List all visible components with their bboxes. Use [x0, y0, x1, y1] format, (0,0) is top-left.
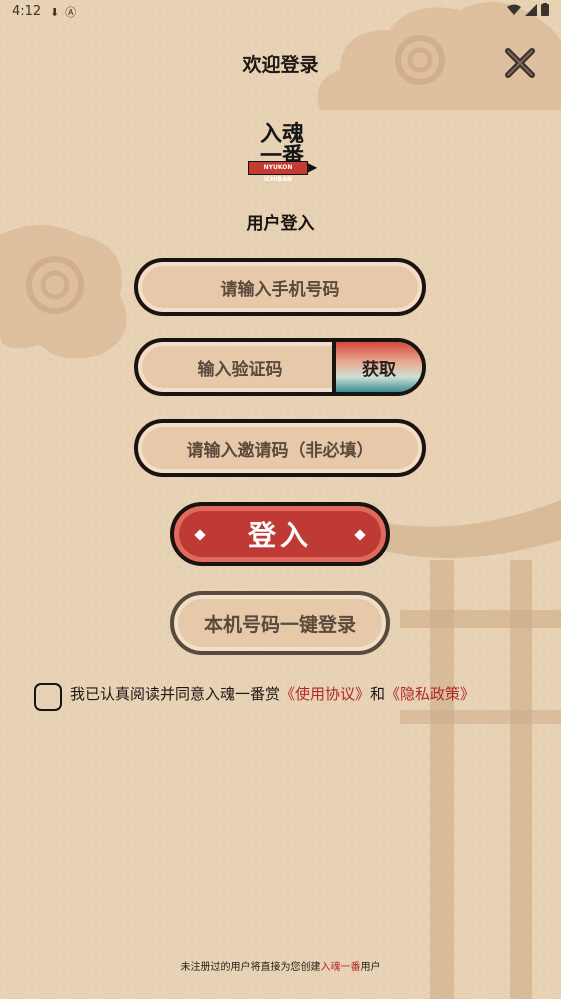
one-key-login-label: 本机号码一键登录: [203, 613, 356, 636]
one-key-login-button[interactable]: 本机号码一键登录: [170, 591, 390, 655]
privacy-link[interactable]: 《隐私政策》: [385, 685, 475, 703]
footer-note: 未注册过的用户将直接为您创建入魂一番用户: [0, 958, 561, 973]
diamond-left-icon: [194, 529, 206, 541]
phone-input[interactable]: 请输入手机号码: [134, 258, 426, 316]
torii-gate-decoration: [370, 500, 561, 999]
form-subtitle: 用户登入: [246, 214, 315, 234]
status-right-icons: [506, 3, 549, 20]
download-icon: ⬇: [50, 6, 66, 19]
footer-brand: 入魂一番: [320, 962, 361, 973]
invite-placeholder: 请输入邀请码（非必填）: [186, 440, 374, 461]
status-time: 4:12: [12, 4, 42, 19]
logo-tag: NYUKON ICHIBAN: [248, 161, 308, 183]
cloud-decoration-left: [0, 225, 127, 359]
agreement-row: 我已认真阅读并同意入魂一番赏《使用协议》和《隐私政策》: [34, 681, 544, 713]
footer-prefix: 未注册过的用户将直接为您创建: [180, 962, 321, 973]
login-button[interactable]: 登入: [170, 502, 390, 566]
get-code-label: 获取: [362, 359, 396, 380]
phone-placeholder: 请输入手机号码: [220, 279, 340, 300]
wifi-icon: [506, 4, 521, 15]
terms-link[interactable]: 《使用协议》: [280, 685, 370, 703]
page-title: 欢迎登录: [242, 54, 319, 76]
agreement-prefix: 我已认真阅读并同意入魂一番赏: [70, 685, 281, 703]
verification-code-input[interactable]: 输入验证码 获取: [134, 338, 426, 396]
app-logo: 入魂 一番 NYUKON ICHIBAN ▶: [246, 116, 318, 183]
close-icon[interactable]: [503, 46, 537, 80]
diamond-right-icon: [354, 529, 366, 541]
get-code-button[interactable]: 获取: [332, 342, 422, 392]
login-label: 登入: [247, 519, 312, 552]
invite-code-input[interactable]: 请输入邀请码（非必填）: [134, 419, 426, 477]
agreement-text: 我已认真阅读并同意入魂一番赏《使用协议》和《隐私政策》: [70, 683, 475, 704]
status-left-icons: ⬇Ⓐ: [50, 4, 82, 20]
footer-suffix: 用户: [360, 962, 381, 973]
status-bar: 4:12 ⬇Ⓐ: [0, 0, 561, 24]
signal-icon: [524, 4, 537, 16]
agreement-conjunction: 和: [370, 685, 386, 703]
code-placeholder: 输入验证码: [197, 359, 283, 380]
logo-arrow-icon: ▶: [308, 160, 318, 174]
a-icon: Ⓐ: [65, 6, 83, 19]
agreement-checkbox[interactable]: [34, 683, 62, 711]
battery-icon: [541, 3, 549, 16]
